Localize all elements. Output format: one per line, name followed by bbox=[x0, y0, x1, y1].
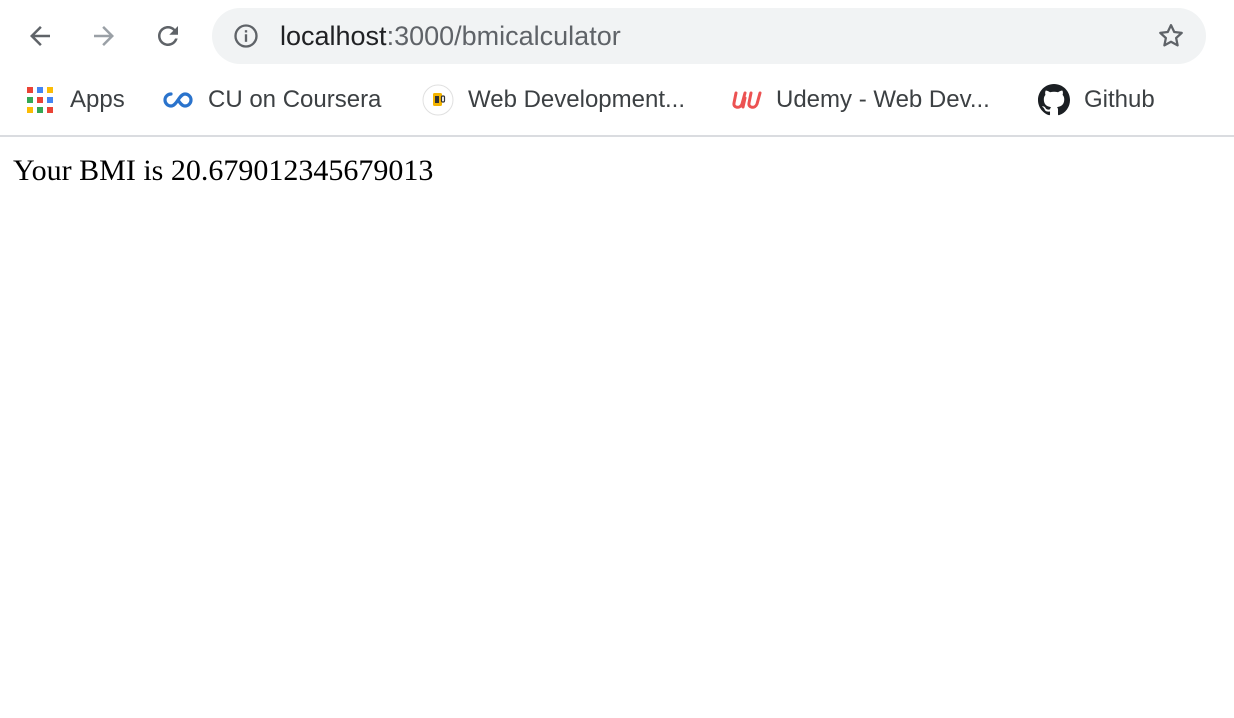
coursera-icon bbox=[162, 84, 194, 116]
url-host: localhost bbox=[280, 21, 387, 51]
bookmark-label: Udemy - Web Dev... bbox=[776, 86, 990, 113]
site-info-icon[interactable] bbox=[232, 22, 260, 50]
page-content: Your BMI is 20.679012345679013 bbox=[0, 137, 1234, 718]
apps-grid-icon bbox=[24, 84, 56, 116]
back-arrow-icon bbox=[30, 26, 50, 46]
bmi-result-text: Your BMI is 20.679012345679013 bbox=[13, 154, 434, 187]
address-bar[interactable]: localhost:3000/bmicalculator bbox=[212, 8, 1206, 64]
reload-button[interactable] bbox=[146, 14, 190, 58]
udemy-icon bbox=[730, 84, 762, 116]
bookmark-cu-on-coursera[interactable]: CU on Coursera bbox=[162, 82, 381, 118]
browser-chrome: localhost:3000/bmicalculator Apps CU on … bbox=[0, 0, 1234, 137]
bookmark-github[interactable]: Github bbox=[1038, 82, 1155, 118]
bookmark-star-icon[interactable] bbox=[1156, 21, 1186, 51]
bookmark-apps[interactable]: Apps bbox=[24, 82, 125, 118]
back-button[interactable] bbox=[18, 14, 62, 58]
bookmark-label: Github bbox=[1084, 86, 1155, 113]
bookmark-label: CU on Coursera bbox=[208, 86, 382, 113]
forward-arrow-icon bbox=[94, 26, 114, 46]
bookmark-label: Apps bbox=[70, 86, 125, 113]
web-development-favicon bbox=[422, 84, 454, 116]
url-path: :3000/bmicalculator bbox=[386, 21, 621, 51]
bookmark-udemy-web-dev[interactable]: Udemy - Web Dev... bbox=[730, 82, 990, 118]
browser-toolbar: localhost:3000/bmicalculator bbox=[0, 0, 1234, 72]
reload-icon bbox=[158, 26, 178, 46]
forward-button[interactable] bbox=[82, 14, 126, 58]
bookmark-label: Web Development... bbox=[468, 86, 685, 113]
bookmark-web-development[interactable]: Web Development... bbox=[422, 82, 685, 118]
github-icon bbox=[1038, 84, 1070, 116]
bookmarks-bar: Apps CU on Coursera Web Development... U… bbox=[0, 72, 1234, 132]
url-text[interactable]: localhost:3000/bmicalculator bbox=[280, 8, 621, 64]
